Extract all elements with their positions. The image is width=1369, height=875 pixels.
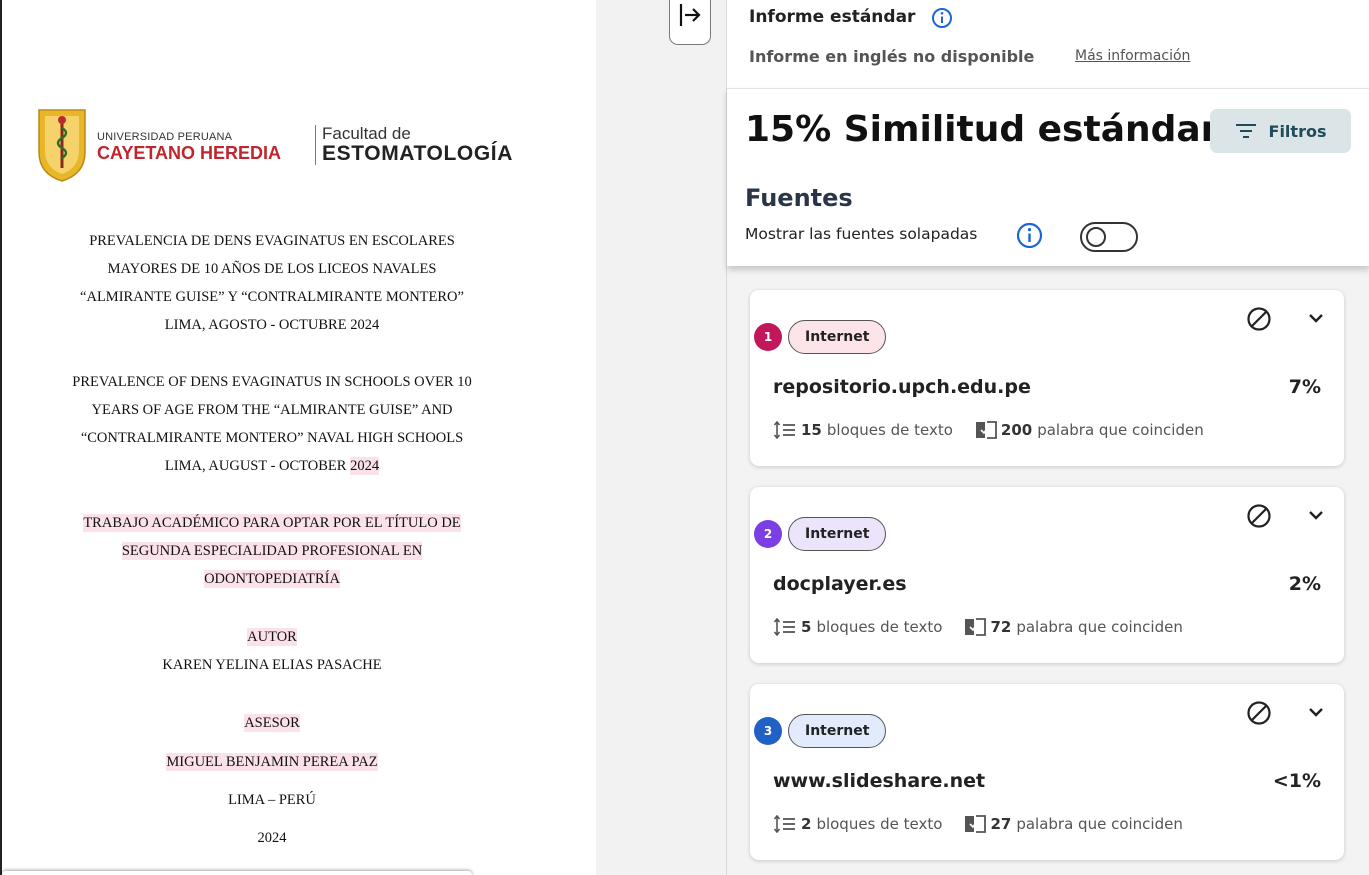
source-percent: 2% xyxy=(1288,573,1321,595)
arrow-right-to-bar-icon xyxy=(679,4,701,26)
report-language-notice: Informe en inglés no disponible xyxy=(749,47,1035,66)
matching-words-icon xyxy=(975,421,997,439)
similarity-summary: 15% Similitud estándar Filtros Fuentes M… xyxy=(727,88,1369,266)
similarity-panel: Informe estándar Informe en inglés no di… xyxy=(726,0,1369,875)
title-en-line-1: PREVALENCE OF DENS EVAGINATUS IN SCHOOLS… xyxy=(72,374,472,390)
report-title: Informe estándar xyxy=(749,7,916,27)
chevron-down-icon[interactable] xyxy=(1308,509,1324,521)
title-es-line-3: “ALMIRANTE GUISE” Y “CONTRALMIRANTE MONT… xyxy=(80,289,464,305)
degree-line-1: TRABAJO ACADÉMICO PARA OPTAR POR EL TÍTU… xyxy=(2,514,542,532)
sources-heading: Fuentes xyxy=(745,184,853,212)
degree-line-2-text: SEGUNDA ESPECIALIDAD PROFESIONAL EN xyxy=(121,542,423,560)
source-card-1[interactable]: 1 Internet repositorio.upch.edu.pe 7% 15… xyxy=(750,290,1344,466)
filter-lines-icon xyxy=(1235,124,1256,138)
source-rank-badge: 1 xyxy=(754,323,782,351)
title-en-line-3: “CONTRALMIRANTE MONTERO” NAVAL HIGH SCHO… xyxy=(80,430,464,446)
source-type-chip: Internet xyxy=(788,517,887,551)
source-type-chip: Internet xyxy=(788,320,887,354)
source-meta: 15 bloques de texto 200 palabra que coin… xyxy=(773,420,1204,440)
overlap-sources-label: Mostrar las fuentes solapadas xyxy=(745,225,978,243)
matching-words-count: 200 xyxy=(1000,421,1033,439)
faculty-name: ESTOMATOLOGÍA xyxy=(322,142,513,165)
matching-words-label: palabra que coinciden xyxy=(1016,618,1183,636)
degree-line-3: ODONTOPEDIATRÍA xyxy=(2,570,542,588)
matching-words-count: 72 xyxy=(990,618,1012,636)
title-en-line-4-text: LIMA, AUGUST - OCTOBER xyxy=(164,458,347,474)
title-es-line-1: PREVALENCIA DE DENS EVAGINATUS EN ESCOLA… xyxy=(89,233,455,249)
degree-line-1-text: TRABAJO ACADÉMICO PARA OPTAR POR EL TÍTU… xyxy=(83,514,461,532)
filters-button[interactable]: Filtros xyxy=(1210,109,1351,153)
text-blocks-icon xyxy=(773,815,795,833)
more-info-link[interactable]: Más información xyxy=(1075,48,1190,64)
source-card-2[interactable]: 2 Internet docplayer.es 2% 5 bloques de … xyxy=(750,487,1344,663)
degree-line-2: SEGUNDA ESPECIALIDAD PROFESIONAL EN xyxy=(2,542,542,560)
logo-divider xyxy=(315,125,316,165)
degree-line-3-text: ODONTOPEDIATRÍA xyxy=(204,570,340,588)
matching-words-icon xyxy=(965,815,987,833)
advisor-label-text: ASESOR xyxy=(244,714,300,732)
text-blocks-count: 5 xyxy=(801,618,812,636)
source-rank-badge: 3 xyxy=(754,717,782,745)
similarity-score-title: 15% Similitud estándar xyxy=(745,109,1219,150)
source-percent: 7% xyxy=(1288,376,1321,398)
chevron-down-icon[interactable] xyxy=(1308,706,1324,718)
viewer-gutter xyxy=(596,0,726,875)
document-viewer: UNIVERSIDAD PERUANA CAYETANO HEREDIA Fac… xyxy=(0,0,596,875)
block-icon[interactable] xyxy=(1246,503,1272,529)
author-label-text: AUTOR xyxy=(247,628,297,646)
source-rank-badge: 2 xyxy=(754,520,782,548)
page-edge xyxy=(2,871,472,875)
text-blocks-count: 15 xyxy=(801,421,822,439)
author-name: KAREN YELINA ELIAS PASACHE xyxy=(162,657,382,673)
university-name: CAYETANO HEREDIA xyxy=(97,143,282,163)
chevron-down-icon[interactable] xyxy=(1308,312,1324,324)
source-meta: 5 bloques de texto 72 palabra que coinci… xyxy=(773,617,1183,637)
block-icon[interactable] xyxy=(1246,306,1272,332)
title-es-line-2: MAYORES DE 10 AÑOS DE LOS LICEOS NAVALES xyxy=(107,261,437,277)
advisor-name-text: MIGUEL BENJAMIN PEREA PAZ xyxy=(166,753,378,771)
title-en-line-4: LIMA, AUGUST - OCTOBER 2024 xyxy=(2,457,542,475)
block-icon[interactable] xyxy=(1246,700,1272,726)
source-type-chip: Internet xyxy=(788,714,887,748)
place: LIMA – PERÚ xyxy=(228,792,316,808)
matching-words-icon xyxy=(965,618,987,636)
text-blocks-icon xyxy=(773,618,795,636)
toggle-knob xyxy=(1086,227,1106,247)
text-blocks-icon xyxy=(773,421,795,439)
title-en-line-2: YEARS OF AGE FROM THE “ALMIRANTE GUISE” … xyxy=(91,402,453,418)
text-blocks-label: bloques de texto xyxy=(816,815,943,833)
matching-words-count: 27 xyxy=(990,815,1012,833)
info-circle-icon[interactable] xyxy=(931,7,953,29)
source-name[interactable]: docplayer.es xyxy=(773,573,907,595)
university-name-small: UNIVERSIDAD PERUANA xyxy=(97,131,233,143)
info-circle-icon[interactable] xyxy=(1016,222,1043,249)
author-label: AUTOR xyxy=(2,628,542,646)
text-blocks-label: bloques de texto xyxy=(816,618,943,636)
matching-words-label: palabra que coinciden xyxy=(1037,421,1204,439)
report-header: Informe estándar Informe en inglés no di… xyxy=(727,0,1369,88)
filters-label: Filtros xyxy=(1268,121,1327,141)
advisor-label: ASESOR xyxy=(2,714,542,732)
source-percent: <1% xyxy=(1272,770,1321,792)
title-es-line-4: LIMA, AGOSTO - OCTUBRE 2024 xyxy=(164,317,380,333)
university-crest-icon xyxy=(38,109,86,182)
text-blocks-label: bloques de texto xyxy=(826,421,953,439)
source-meta: 2 bloques de texto 27 palabra que coinci… xyxy=(773,814,1183,834)
matching-words-label: palabra que coinciden xyxy=(1016,815,1183,833)
faculty-label: Facultad de xyxy=(322,124,411,143)
overlap-sources-toggle[interactable] xyxy=(1080,222,1138,252)
title-en-year-highlight: 2024 xyxy=(350,457,380,475)
expand-panel-button[interactable] xyxy=(669,0,711,45)
source-name[interactable]: www.slideshare.net xyxy=(773,770,985,792)
text-blocks-count: 2 xyxy=(801,815,812,833)
source-name[interactable]: repositorio.upch.edu.pe xyxy=(773,376,1031,398)
year: 2024 xyxy=(257,830,287,846)
university-logo: UNIVERSIDAD PERUANA CAYETANO HEREDIA Fac… xyxy=(35,108,512,188)
advisor-name: MIGUEL BENJAMIN PEREA PAZ xyxy=(2,753,542,771)
source-card-3[interactable]: 3 Internet www.slideshare.net <1% 2 bloq… xyxy=(750,684,1344,860)
